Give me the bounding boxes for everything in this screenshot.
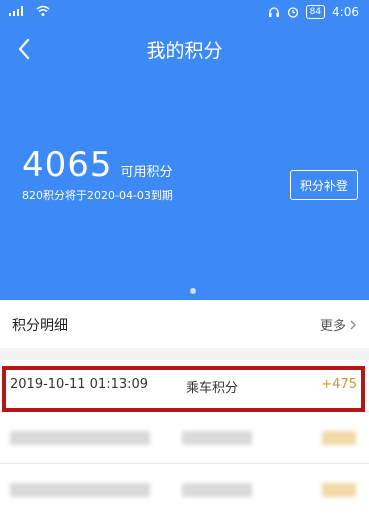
- blurred-time: [10, 431, 150, 445]
- blurred-amount: [322, 431, 356, 445]
- detail-section-header: 积分明细 更多: [0, 300, 369, 348]
- highlight-box: [2, 366, 365, 412]
- points-header: 84 4:06 我的积分 4065 可用积分 820积分将于2020-04-03…: [0, 0, 369, 300]
- blurred-type: [182, 431, 252, 445]
- record-row-blurred[interactable]: [0, 412, 369, 464]
- wifi-icon: [36, 5, 50, 16]
- supplement-points-button[interactable]: 积分补登: [290, 170, 358, 200]
- more-label: 更多: [319, 319, 346, 334]
- blurred-type: [182, 483, 252, 497]
- nav-bar: 我的积分: [0, 30, 369, 70]
- signal-icon: [9, 6, 23, 16]
- points-label: 可用积分: [120, 165, 173, 180]
- points-summary: 4065 可用积分: [22, 145, 173, 185]
- blurred-time: [10, 483, 150, 497]
- points-value: 4065: [22, 145, 113, 185]
- status-left-icons: [8, 5, 50, 17]
- detail-title: 积分明细: [12, 318, 68, 334]
- more-link[interactable]: 更多: [320, 315, 357, 334]
- record-row-blurred[interactable]: [0, 464, 369, 515]
- expire-note: 820积分将于2020-04-03到期: [22, 189, 173, 202]
- status-right-icons: 84 4:06: [268, 5, 359, 19]
- chevron-right-icon: [350, 320, 356, 329]
- page-title: 我的积分: [146, 40, 223, 62]
- status-bar: 84 4:06: [0, 0, 369, 26]
- battery-level: 84: [305, 5, 326, 19]
- blurred-amount: [322, 483, 356, 497]
- headset-icon: [268, 7, 279, 17]
- status-time: 4:06: [332, 5, 359, 19]
- pager-dot: [190, 288, 196, 294]
- alarm-icon: [287, 7, 298, 18]
